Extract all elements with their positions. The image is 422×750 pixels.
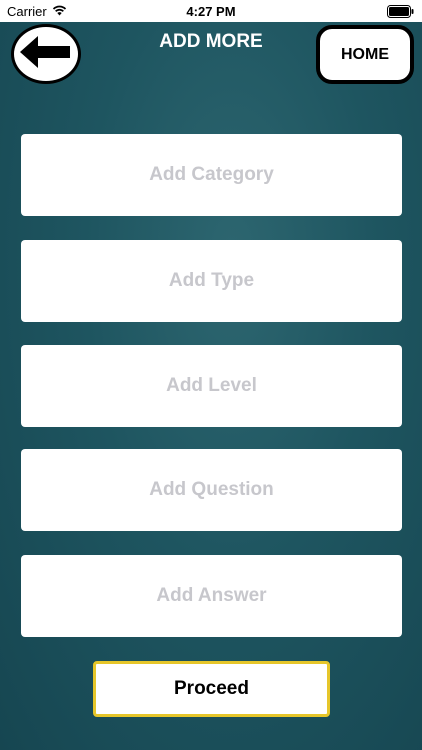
question-field[interactable] (21, 449, 402, 531)
battery-icon (387, 5, 414, 18)
status-bar: Carrier 4:27 PM (0, 0, 422, 22)
status-time: 4:27 PM (186, 4, 236, 19)
proceed-button[interactable]: Proceed (93, 661, 330, 717)
type-field[interactable] (21, 240, 402, 322)
category-field[interactable] (21, 134, 402, 216)
answer-field[interactable] (21, 555, 402, 637)
level-field[interactable] (21, 345, 402, 427)
add-more-screen: Carrier 4:27 PM ADD MORE HOME Add Catego… (0, 0, 422, 750)
home-button[interactable]: HOME (316, 25, 414, 84)
